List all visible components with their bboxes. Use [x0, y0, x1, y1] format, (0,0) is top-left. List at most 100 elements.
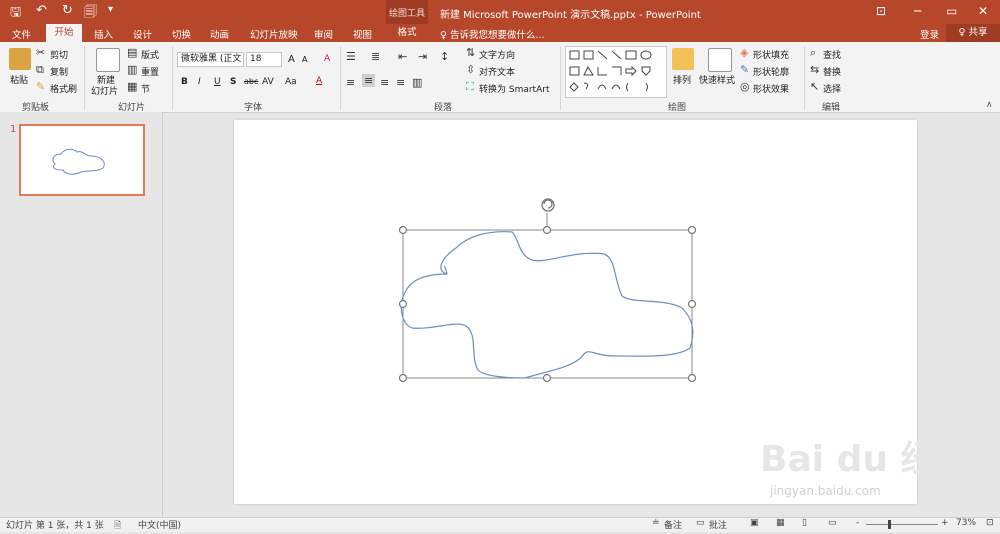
- select-button[interactable]: 选择: [823, 82, 841, 95]
- font-color-button[interactable]: A: [316, 76, 322, 86]
- section-icon[interactable]: ▦: [127, 80, 137, 93]
- zoom-level[interactable]: 73%: [956, 518, 976, 528]
- text-direction-icon[interactable]: ⇅: [466, 46, 475, 59]
- quick-styles-icon[interactable]: [708, 48, 732, 72]
- shape-effects-icon[interactable]: ◎: [740, 80, 750, 93]
- arrange-button[interactable]: 排列: [673, 73, 691, 86]
- minimize-icon[interactable]: ─: [914, 4, 921, 18]
- arrange-icon[interactable]: [672, 48, 694, 70]
- layout-icon[interactable]: ▤: [127, 46, 137, 59]
- replace-icon[interactable]: ⇆: [810, 63, 819, 76]
- resize-handle-right[interactable]: [687, 299, 697, 309]
- justify-icon[interactable]: ≡: [396, 76, 405, 89]
- select-icon[interactable]: ↖: [810, 80, 819, 93]
- language-status[interactable]: 中文(中国): [138, 518, 181, 531]
- shape-fill-icon[interactable]: ◈: [740, 46, 748, 59]
- zoom-slider-track[interactable]: [866, 524, 938, 525]
- grow-font-button[interactable]: A: [288, 54, 295, 65]
- resize-handle-top-right[interactable]: [687, 225, 697, 235]
- resize-handle-bottom-left[interactable]: [398, 373, 408, 383]
- find-button[interactable]: 查找: [823, 48, 841, 61]
- increase-indent-icon[interactable]: ⇥: [418, 50, 427, 63]
- tab-format[interactable]: 格式: [386, 24, 428, 42]
- numbering-icon[interactable]: ≣: [371, 50, 380, 63]
- maximize-icon[interactable]: ▭: [946, 4, 957, 18]
- zoom-out-button[interactable]: -: [856, 518, 859, 528]
- comments-icon[interactable]: ▭: [696, 518, 705, 528]
- tab-animations[interactable]: 动画: [210, 27, 229, 41]
- quick-styles-button[interactable]: 快速样式: [699, 73, 735, 86]
- freehand-shape[interactable]: [400, 231, 694, 379]
- cut-button[interactable]: 剪切: [50, 48, 68, 61]
- paste-button[interactable]: 粘贴: [10, 73, 28, 86]
- tab-review[interactable]: 审阅: [314, 27, 333, 41]
- save-icon[interactable]: 🖫: [10, 3, 21, 25]
- start-from-beginning-icon[interactable]: 🗐: [84, 3, 97, 25]
- font-name-select[interactable]: 微软雅黑 (正文: [177, 52, 244, 67]
- rotate-handle-icon[interactable]: [541, 198, 555, 212]
- customize-qat-icon[interactable]: ▾: [108, 4, 113, 15]
- text-direction-button[interactable]: 文字方向: [479, 48, 515, 61]
- replace-button[interactable]: 替换: [823, 65, 841, 78]
- align-center-icon[interactable]: ≡: [362, 74, 376, 87]
- reset-icon[interactable]: ▥: [127, 63, 137, 76]
- align-right-icon[interactable]: ≡: [380, 76, 389, 89]
- resize-handle-left[interactable]: [398, 299, 408, 309]
- new-slide-label-2[interactable]: 幻灯片: [91, 84, 118, 97]
- layout-button[interactable]: 版式: [141, 48, 159, 61]
- spelling-icon[interactable]: 🗎: [114, 518, 121, 534]
- copy-button[interactable]: 复制: [50, 65, 68, 78]
- share-button[interactable]: ♀ 共享: [946, 24, 1000, 42]
- character-spacing-button[interactable]: AV: [262, 77, 274, 87]
- bullets-icon[interactable]: ☰: [346, 50, 356, 63]
- tab-file[interactable]: 文件: [12, 27, 31, 41]
- notes-icon[interactable]: ≐: [652, 518, 660, 528]
- shrink-font-button[interactable]: A: [302, 55, 307, 64]
- fit-to-window-icon[interactable]: ⊡: [986, 518, 994, 528]
- bold-button[interactable]: B: [181, 77, 188, 87]
- tell-me-search[interactable]: ♀ 告诉我您想要做什么...: [440, 27, 545, 41]
- shapes-gallery[interactable]: [565, 46, 667, 98]
- columns-icon[interactable]: ▥: [412, 76, 422, 89]
- tab-design[interactable]: 设计: [133, 27, 152, 41]
- underline-button[interactable]: U: [214, 77, 221, 87]
- cut-icon[interactable]: ✂: [36, 46, 45, 59]
- paste-icon[interactable]: [9, 48, 31, 70]
- shape-outline-button[interactable]: 形状轮廓: [753, 65, 789, 78]
- line-spacing-icon[interactable]: ↕: [440, 50, 449, 63]
- resize-handle-top[interactable]: [542, 225, 552, 235]
- undo-icon[interactable]: ↶: [36, 3, 47, 18]
- tab-insert[interactable]: 插入: [94, 27, 113, 41]
- slide-sorter-icon[interactable]: ▦: [776, 518, 785, 528]
- strikethrough-button[interactable]: abc: [244, 77, 258, 86]
- shadow-button[interactable]: S: [230, 77, 236, 87]
- reset-button[interactable]: 重置: [141, 65, 159, 78]
- tab-home[interactable]: 开始: [46, 24, 82, 42]
- redo-icon[interactable]: ↻: [62, 3, 73, 18]
- resize-handle-bottom[interactable]: [542, 373, 552, 383]
- tab-slideshow[interactable]: 幻灯片放映: [250, 27, 298, 41]
- align-text-button[interactable]: 对齐文本: [479, 65, 515, 78]
- close-icon[interactable]: ✕: [978, 4, 988, 18]
- resize-handle-top-left[interactable]: [398, 225, 408, 235]
- reading-view-icon[interactable]: ▯: [802, 518, 807, 528]
- shape-outline-icon[interactable]: ✎: [740, 63, 749, 76]
- shape-fill-button[interactable]: 形状填充: [753, 48, 789, 61]
- notes-button[interactable]: 备注: [664, 518, 682, 531]
- italic-button[interactable]: I: [198, 77, 201, 87]
- shape-effects-button[interactable]: 形状效果: [753, 82, 789, 95]
- sign-in-link[interactable]: 登录: [920, 27, 939, 41]
- new-slide-icon[interactable]: [96, 48, 120, 72]
- change-case-button[interactable]: Aa: [285, 77, 297, 87]
- slide-thumbnail[interactable]: [19, 124, 145, 196]
- slideshow-view-icon[interactable]: ▭: [828, 518, 837, 528]
- zoom-in-button[interactable]: +: [941, 518, 949, 528]
- normal-view-icon[interactable]: ▣: [750, 518, 759, 528]
- convert-smartart-button[interactable]: 转换为 SmartArt: [479, 82, 549, 95]
- section-button[interactable]: 节: [141, 82, 150, 95]
- decrease-indent-icon[interactable]: ⇤: [398, 50, 407, 63]
- tab-view[interactable]: 视图: [353, 27, 372, 41]
- smartart-icon[interactable]: ⛶: [466, 80, 474, 94]
- align-left-icon[interactable]: ≡: [346, 76, 355, 89]
- copy-icon[interactable]: ⧉: [36, 63, 44, 77]
